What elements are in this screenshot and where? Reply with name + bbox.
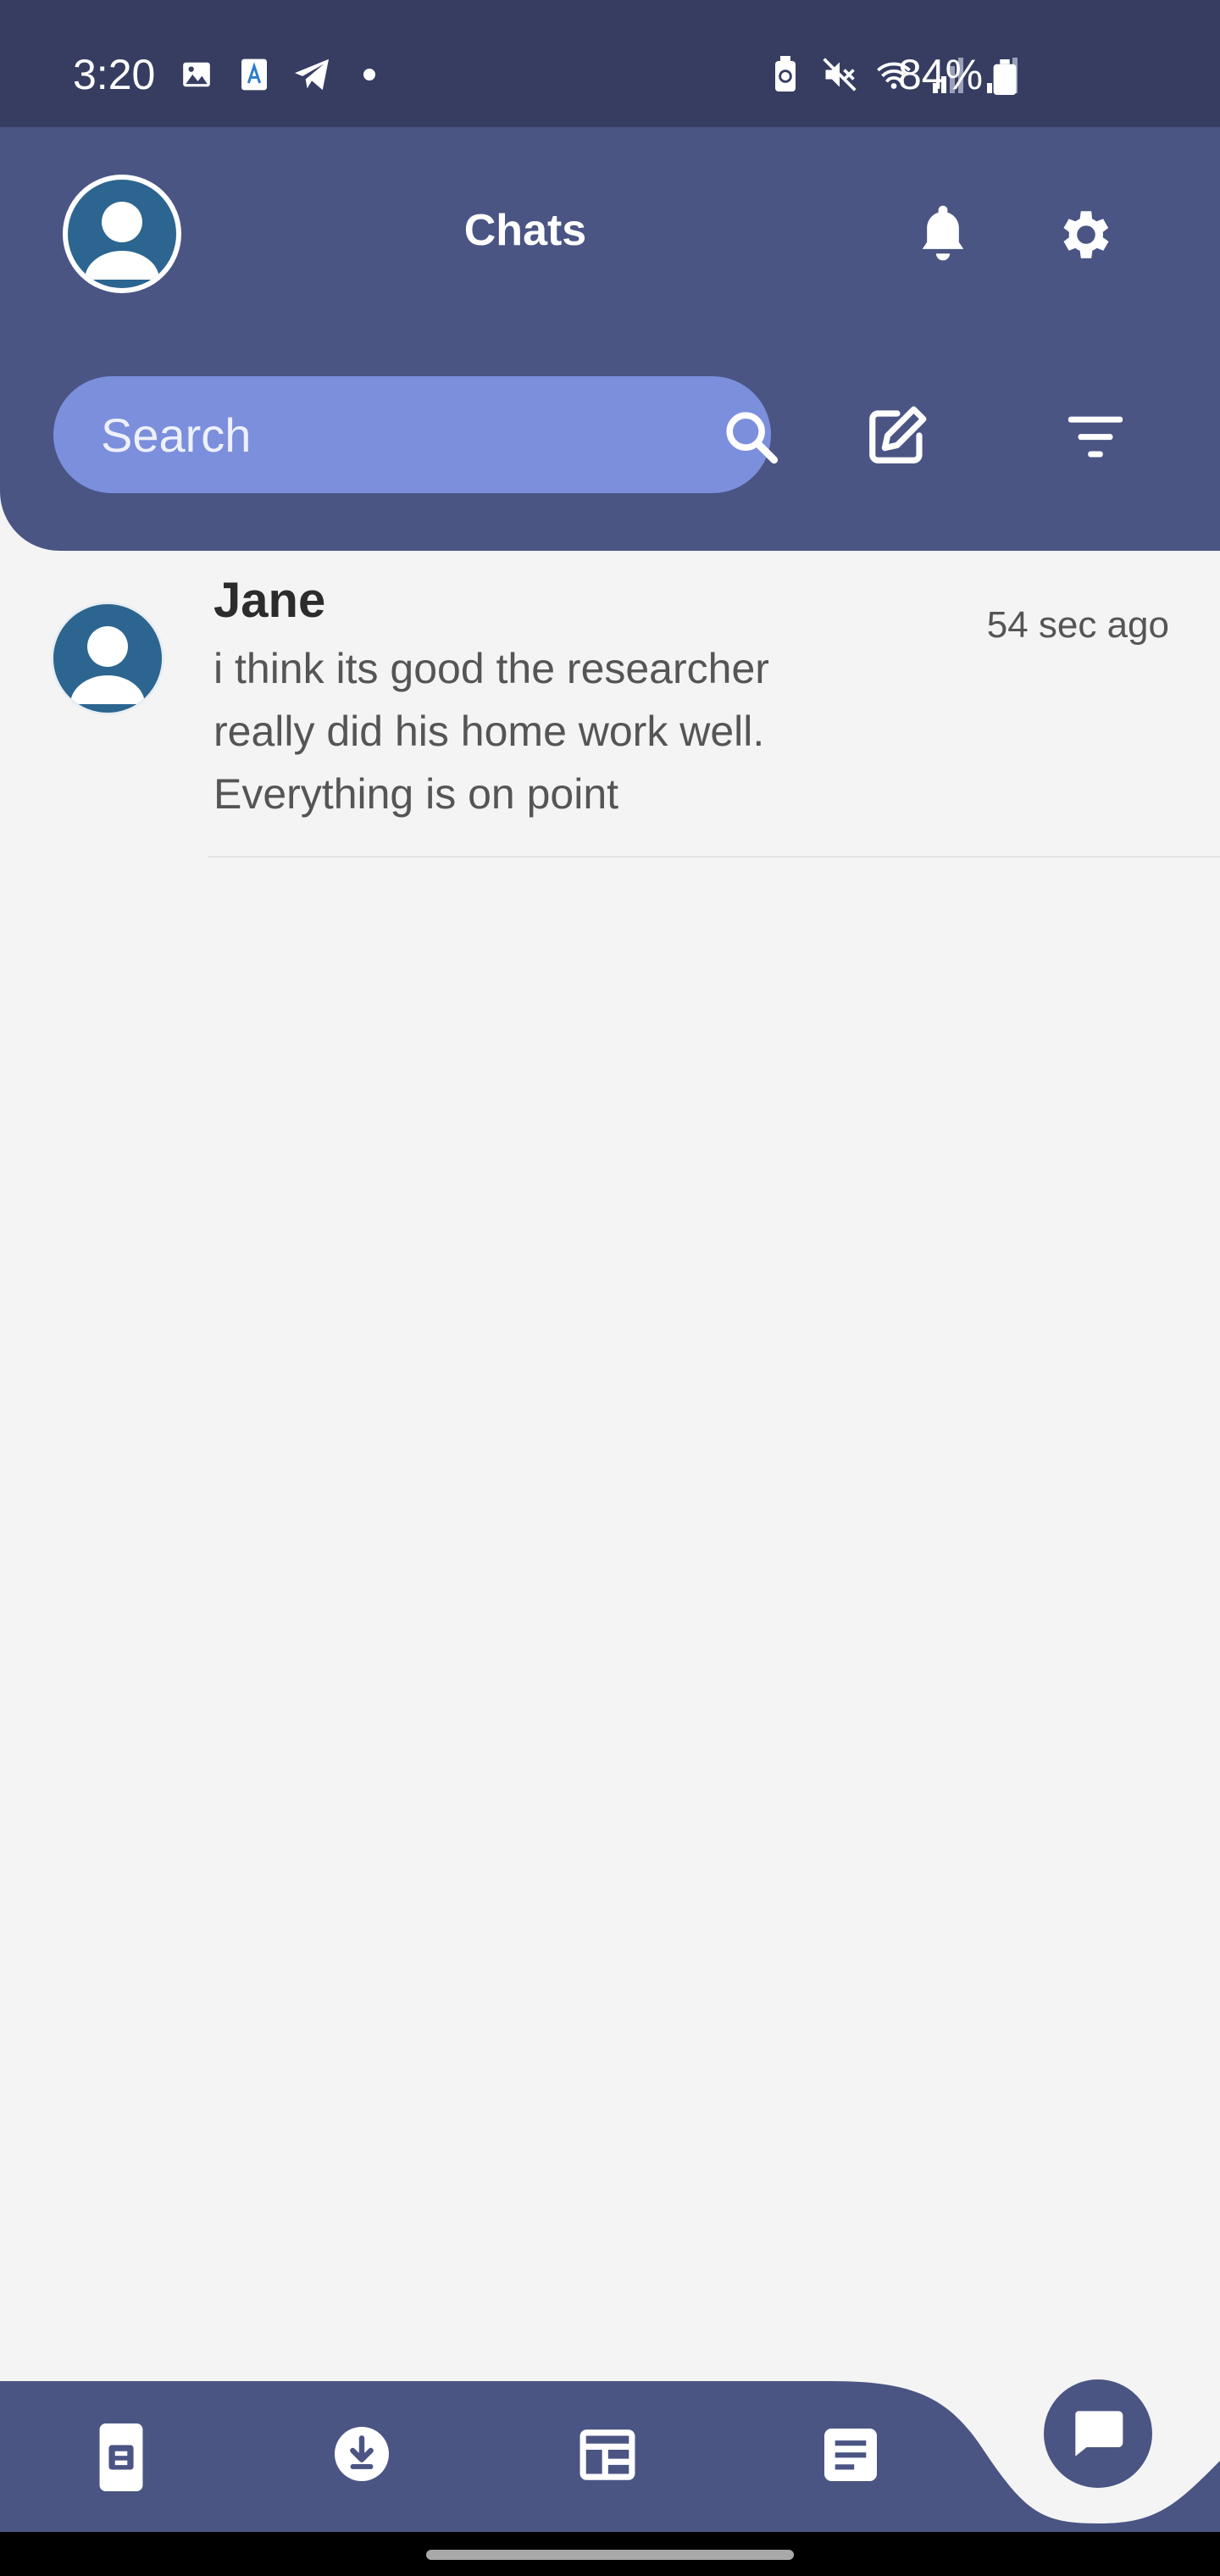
search-input[interactable] [101,376,660,493]
download-icon [335,2427,389,2481]
new-chat-button[interactable] [864,402,930,469]
page-title: Chats [463,206,587,255]
battery-icon [993,59,1017,95]
mute-icon [821,56,858,93]
chat-list-item[interactable]: Jane 54 sec ago i think its good the res… [0,559,1220,858]
app-notification-icon [236,56,273,93]
edit-icon [869,406,927,464]
app-header: Chats [0,127,1220,551]
home-gesture-handle[interactable] [426,2550,794,2560]
chat-bubble-icon [1075,2411,1123,2457]
status-bar: 3:20 84% [0,0,1220,127]
gear-icon [1063,211,1109,258]
battery-percentage: 84% [898,51,984,98]
nav-contacts-button[interactable] [91,2423,152,2491]
bell-icon [922,205,964,261]
chat-contact-name: Jane [214,573,326,628]
user-icon [70,626,145,704]
nav-feed-button[interactable] [580,2429,640,2496]
feed-icon [580,2429,635,2480]
nav-downloads-button[interactable] [335,2427,396,2495]
chats-screen: 3:20 84% Chats Search Jane 54 sec ago i … [0,0,1220,2576]
search-icon[interactable] [721,407,780,466]
chat-message-preview: i think its good the researcher really d… [214,645,769,818]
bottom-navigation [0,2373,1220,2534]
filter-button[interactable] [1066,410,1125,463]
status-time: 3:20 [73,51,156,98]
contacts-card-icon [99,2423,143,2491]
divider [208,856,1220,858]
chats-fab-button[interactable] [1044,2379,1152,2488]
nav-notes-button[interactable] [824,2429,885,2496]
settings-button[interactable] [1055,203,1117,266]
chat-timestamp: 54 sec ago [986,604,1169,646]
status-icons-left [178,56,388,93]
avatar [51,602,164,715]
search-bar[interactable] [53,376,779,493]
notifications-button[interactable] [915,203,971,263]
dot-icon [351,56,388,93]
battery-saver-icon [767,56,804,93]
filter-icon [1068,416,1123,458]
telegram-icon [293,56,330,93]
notes-icon [824,2429,877,2481]
gallery-icon [178,56,215,93]
